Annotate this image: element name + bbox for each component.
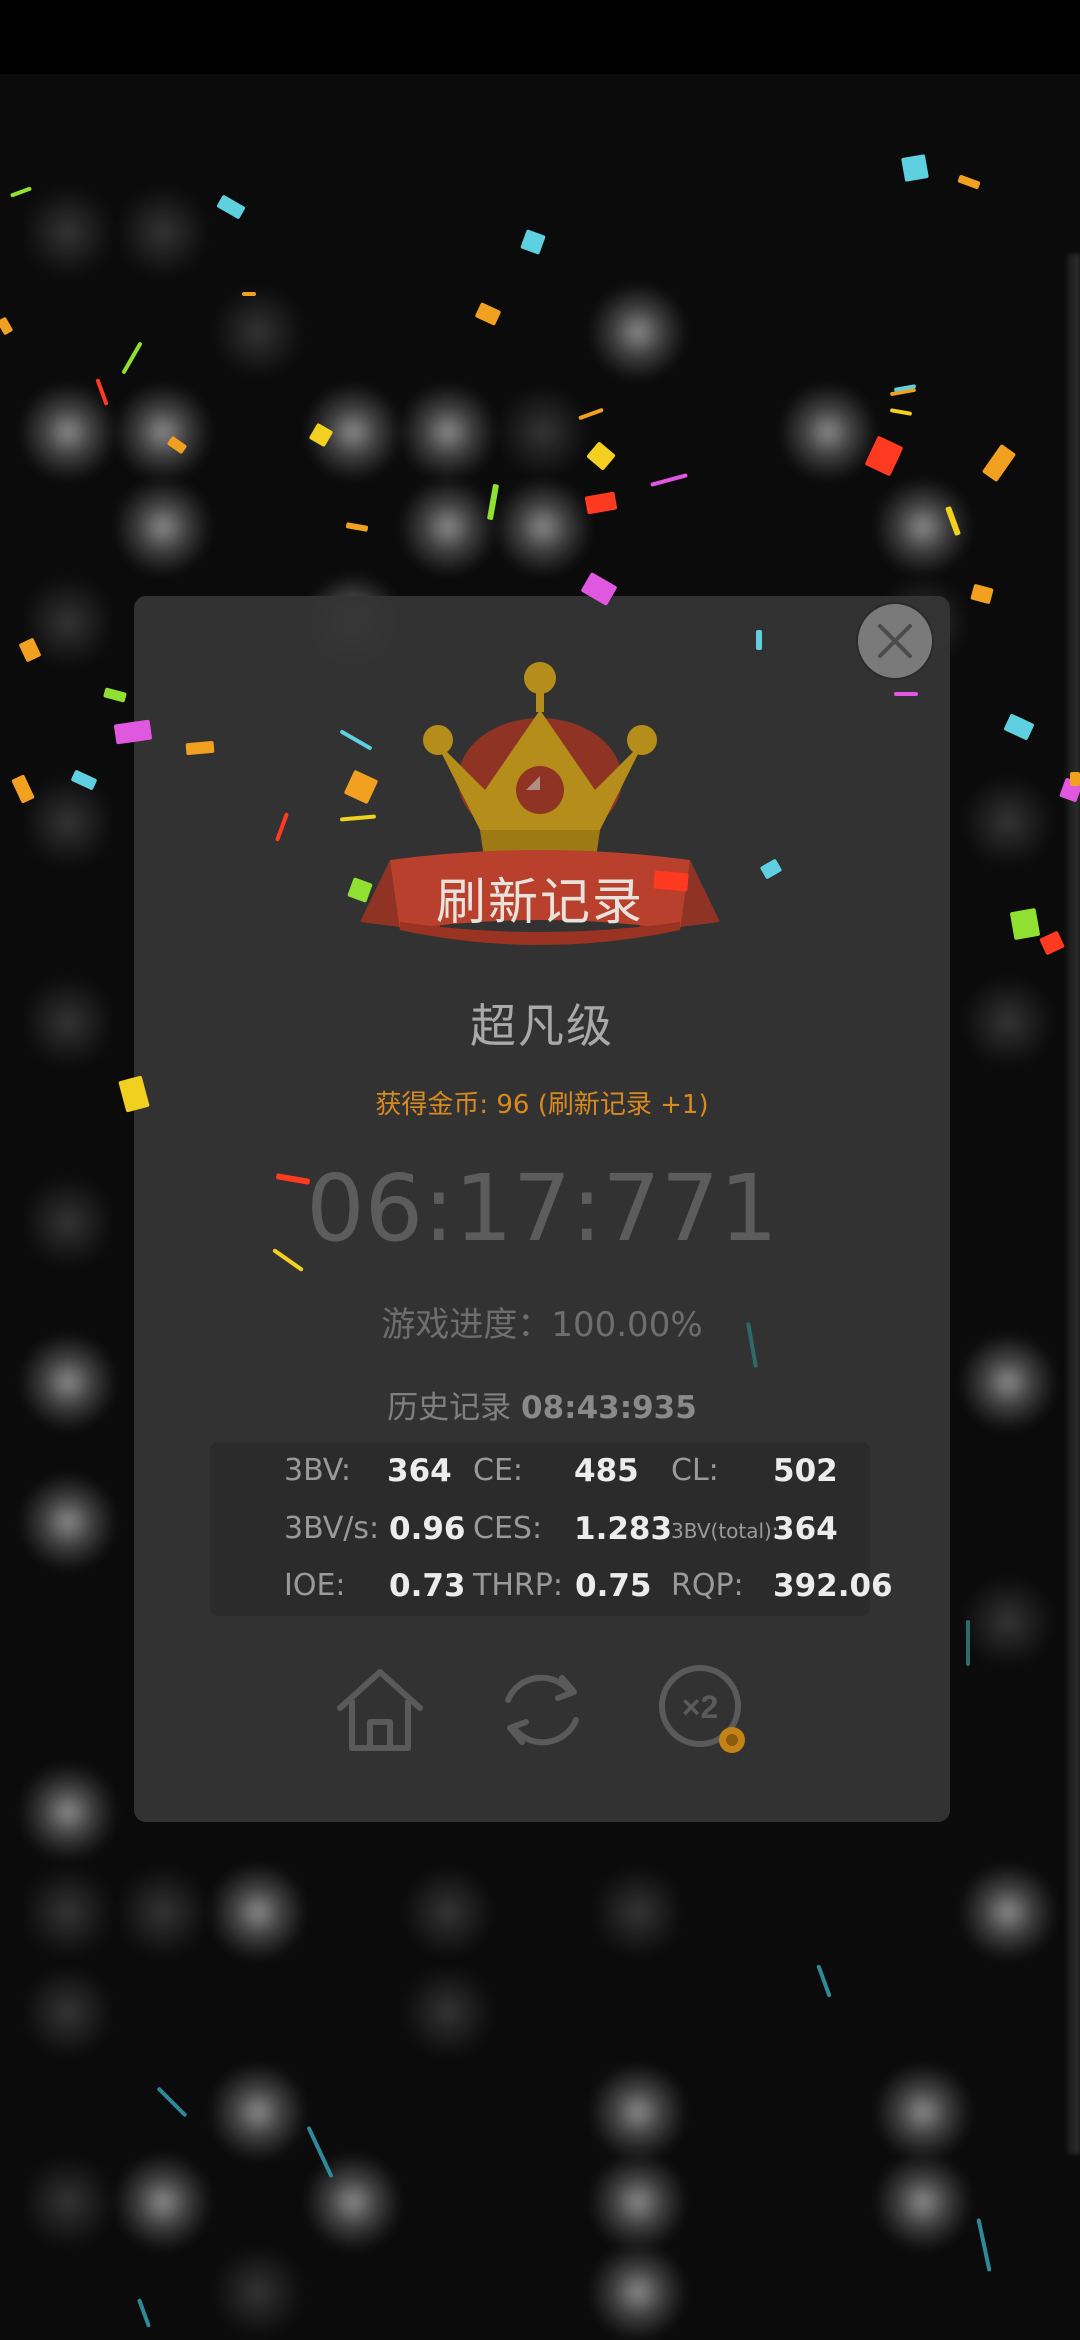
stat-value-cl: 502 bbox=[773, 1453, 838, 1489]
record-banner-text: 刷新记录 bbox=[436, 873, 644, 931]
rank-title: 超凡级 bbox=[470, 999, 614, 1053]
stat-value-rqp: 392.06 bbox=[773, 1568, 893, 1604]
close-icon bbox=[878, 624, 912, 658]
coins-earned-text: 获得金币: 96 (刷新记录 +1) bbox=[375, 1090, 709, 1120]
stat-value-ces: 1.283 bbox=[574, 1511, 673, 1547]
history-label: 历史记录 bbox=[387, 1390, 512, 1426]
svg-text:×2: ×2 bbox=[682, 1689, 718, 1725]
double-coins-icon[interactable]: ×2 bbox=[652, 1660, 762, 1760]
stat-value-3bv: 364 bbox=[387, 1453, 452, 1489]
stat-label-ces: CES: bbox=[473, 1511, 543, 1546]
stat-label-3bv: 3BV: bbox=[284, 1453, 351, 1488]
history-record: 历史记录 08:43:935 bbox=[134, 1382, 950, 1427]
replay-icon[interactable] bbox=[492, 1660, 592, 1760]
stat-value-ioe: 0.73 bbox=[389, 1568, 466, 1604]
stat-label-cl: CL: bbox=[671, 1453, 719, 1488]
stat-label-ioe: IOE: bbox=[284, 1568, 346, 1603]
stat-value-thrp: 0.75 bbox=[575, 1568, 652, 1604]
game-result-screen: 刷新记录 超凡级 获得金币: 96 (刷新记录 +1) 06:17:771 游戏… bbox=[0, 0, 1080, 2340]
home-icon[interactable] bbox=[330, 1660, 430, 1760]
stat-label-3bv-total: 3BV(total): bbox=[671, 1519, 779, 1543]
stat-label-thrp: THRP: bbox=[473, 1568, 563, 1603]
history-value: 08:43:935 bbox=[521, 1390, 697, 1426]
stat-label-ce: CE: bbox=[473, 1453, 524, 1488]
stat-value-3bvs: 0.96 bbox=[389, 1511, 466, 1547]
close-button[interactable] bbox=[858, 604, 932, 678]
stat-value-3bv-total: 364 bbox=[773, 1511, 838, 1547]
stat-value-ce: 485 bbox=[574, 1453, 639, 1489]
stat-label-3bvs: 3BV/s: bbox=[284, 1511, 380, 1546]
game-progress-text: 游戏进度：100.00% bbox=[381, 1305, 703, 1345]
status-bar bbox=[0, 0, 1080, 74]
finish-time: 06:17:771 bbox=[306, 1155, 778, 1262]
stat-label-rqp: RQP: bbox=[671, 1568, 744, 1603]
